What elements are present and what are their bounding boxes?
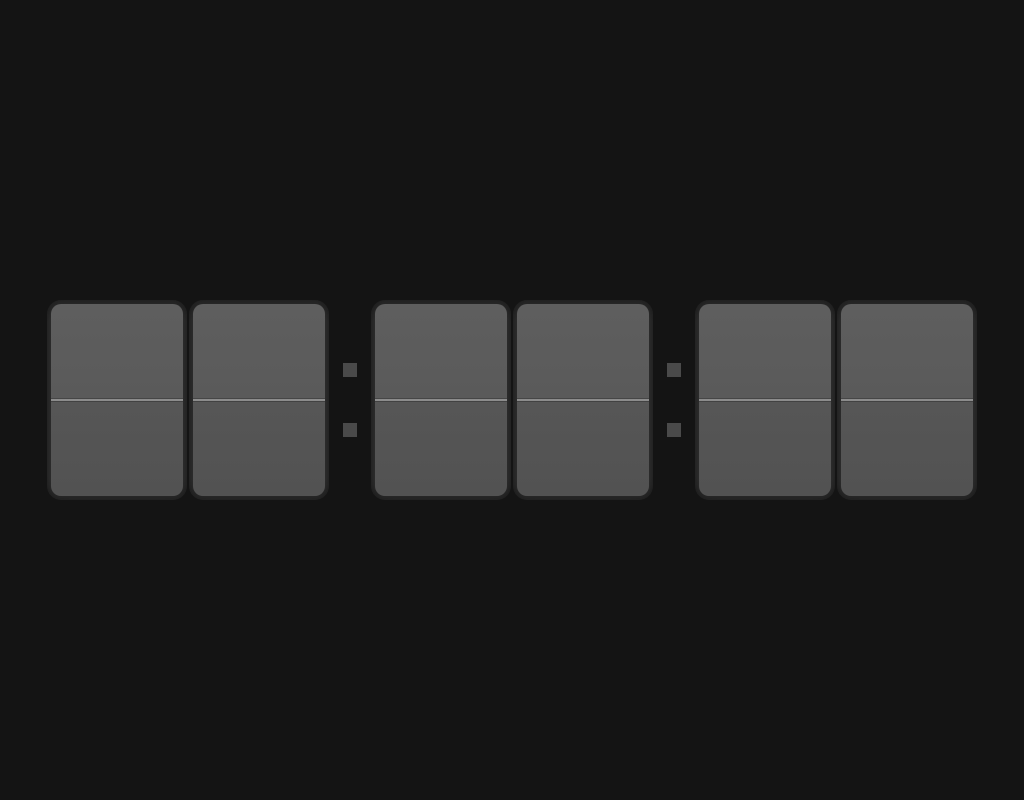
- card-hinge: [699, 400, 831, 401]
- card-hinge: [51, 400, 183, 401]
- card-hinge: [375, 400, 507, 401]
- card-hinge: [193, 400, 325, 401]
- card-bottom: [517, 400, 649, 496]
- separator-dot: [343, 363, 357, 377]
- separator-dot: [667, 423, 681, 437]
- separator-ms: [654, 300, 694, 500]
- card-bottom: [193, 400, 325, 496]
- card-top: [699, 304, 831, 400]
- seconds-tens-card: [695, 300, 835, 500]
- minutes-tens-card: [371, 300, 511, 500]
- seconds-group: [694, 300, 978, 500]
- card-top: [841, 304, 973, 400]
- hours-group: [46, 300, 330, 500]
- card-hinge: [841, 400, 973, 401]
- minutes-ones-card: [513, 300, 653, 500]
- separator-dot: [667, 363, 681, 377]
- card-top: [375, 304, 507, 400]
- card-bottom: [51, 400, 183, 496]
- seconds-ones-card: [837, 300, 977, 500]
- card-bottom: [699, 400, 831, 496]
- separator-dot: [343, 423, 357, 437]
- card-top: [517, 304, 649, 400]
- separator-hm: [330, 300, 370, 500]
- hours-ones-card: [189, 300, 329, 500]
- minutes-group: [370, 300, 654, 500]
- card-bottom: [375, 400, 507, 496]
- hours-tens-card: [47, 300, 187, 500]
- card-bottom: [841, 400, 973, 496]
- card-top: [193, 304, 325, 400]
- card-top: [51, 304, 183, 400]
- flip-clock: [46, 300, 978, 500]
- card-hinge: [517, 400, 649, 401]
